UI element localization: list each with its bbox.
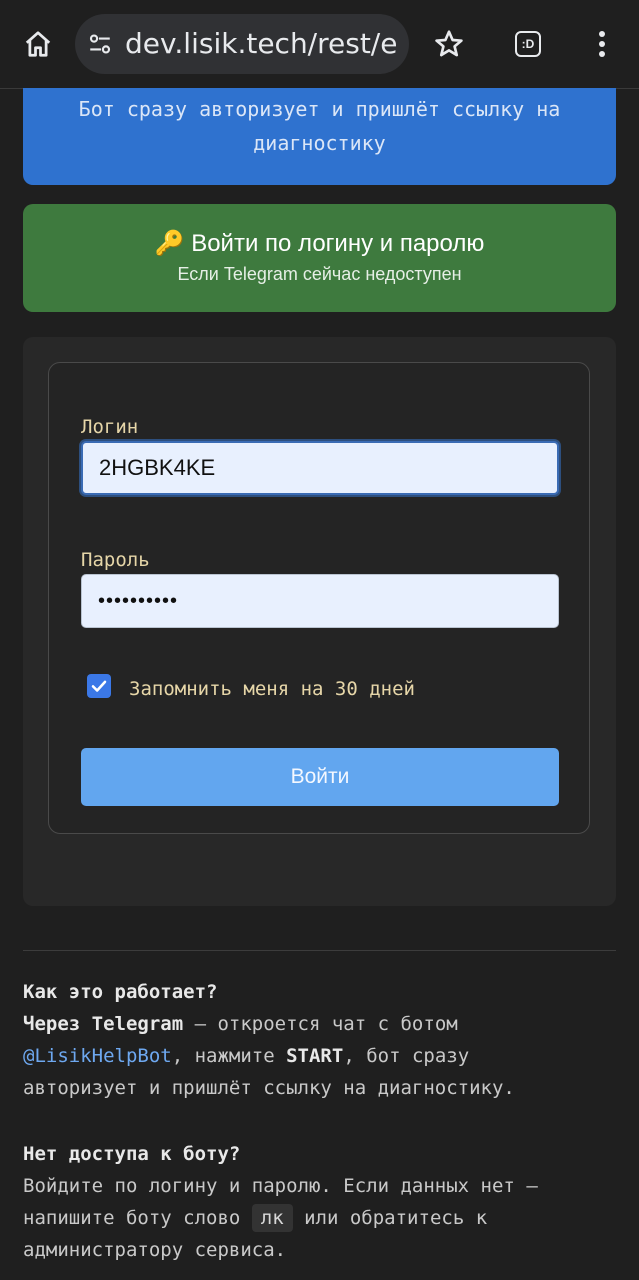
login-label: Логин bbox=[81, 416, 139, 438]
help-how-it-works: Как это работает? Через Telegram — откро… bbox=[23, 976, 623, 1104]
password-login-title: 🔑 Войти по логину и паролю bbox=[23, 228, 616, 260]
tabs-icon: :D bbox=[515, 31, 541, 57]
help-q2-line2-post: или обратитесь к bbox=[292, 1207, 488, 1229]
telegram-card-line1: Бот сразу авторизует и пришлёт ссылку на bbox=[78, 97, 561, 121]
password-login-subtitle: Если Telegram сейчас недоступен bbox=[177, 264, 462, 284]
bot-link[interactable]: @LisikHelpBot bbox=[23, 1045, 172, 1067]
help-q1-line2-mid: , нажмите bbox=[171, 1045, 287, 1067]
help-start-word: START bbox=[286, 1045, 344, 1067]
help-q1-line3: авторизует и пришлёт ссылку на диагности… bbox=[23, 1077, 515, 1099]
tabs-button[interactable]: :D bbox=[508, 20, 548, 68]
menu-button[interactable] bbox=[582, 20, 622, 68]
help-q1-line1: — откроется чат с ботом bbox=[183, 1013, 458, 1035]
help-q1-title: Как это работает? bbox=[23, 981, 218, 1003]
browser-toolbar: dev.lisik.tech/rest/e :D bbox=[0, 0, 639, 89]
key-icon: 🔑 bbox=[154, 230, 185, 257]
bookmark-button[interactable] bbox=[429, 20, 469, 68]
help-q1-line2-end: , бот сразу bbox=[343, 1045, 470, 1067]
password-login-option[interactable]: 🔑 Войти по логину и паролю Если Telegram… bbox=[23, 204, 616, 312]
star-icon bbox=[435, 30, 463, 57]
site-settings-icon[interactable] bbox=[87, 31, 113, 57]
password-label: Пароль bbox=[81, 549, 150, 571]
login-panel: Логин Пароль •••••••••• Запомнить меня н… bbox=[23, 337, 616, 906]
password-login-title-text: Войти по логину и паролю bbox=[191, 230, 485, 257]
url-text[interactable]: dev.lisik.tech/rest/e bbox=[125, 26, 397, 62]
divider bbox=[23, 950, 616, 951]
lk-code: лк bbox=[251, 1204, 293, 1232]
login-form: Логин Пароль •••••••••• Запомнить меня н… bbox=[48, 362, 590, 834]
login-input[interactable] bbox=[81, 441, 559, 495]
more-vert-icon bbox=[599, 31, 605, 57]
remember-label[interactable]: Запомнить меня на 30 дней bbox=[129, 677, 415, 701]
address-bar[interactable]: dev.lisik.tech/rest/e bbox=[75, 14, 409, 74]
password-input[interactable]: •••••••••• bbox=[81, 574, 559, 628]
home-button[interactable] bbox=[18, 20, 58, 68]
help-q1-bold: Через Telegram bbox=[23, 1013, 184, 1035]
help-q2-title: Нет доступа к боту? bbox=[23, 1143, 241, 1165]
tabs-icon-label: :D bbox=[521, 37, 535, 51]
help-q2-line3: администратору сервиса. bbox=[23, 1239, 287, 1261]
help-q2-line1: Войдите по логину и паролю. Если данных … bbox=[23, 1175, 538, 1197]
checkmark-icon bbox=[91, 680, 107, 692]
telegram-login-card[interactable]: Бот сразу авторизует и пришлёт ссылку на… bbox=[23, 88, 616, 185]
help-no-access: Нет доступа к боту? Войдите по логину и … bbox=[23, 1138, 623, 1266]
telegram-card-line2: диагностику bbox=[253, 131, 386, 155]
login-submit-button[interactable]: Войти bbox=[81, 748, 559, 806]
help-q2-line2-pre: напишите боту слово bbox=[23, 1207, 252, 1229]
home-icon bbox=[25, 31, 51, 57]
remember-checkbox[interactable] bbox=[87, 674, 111, 698]
